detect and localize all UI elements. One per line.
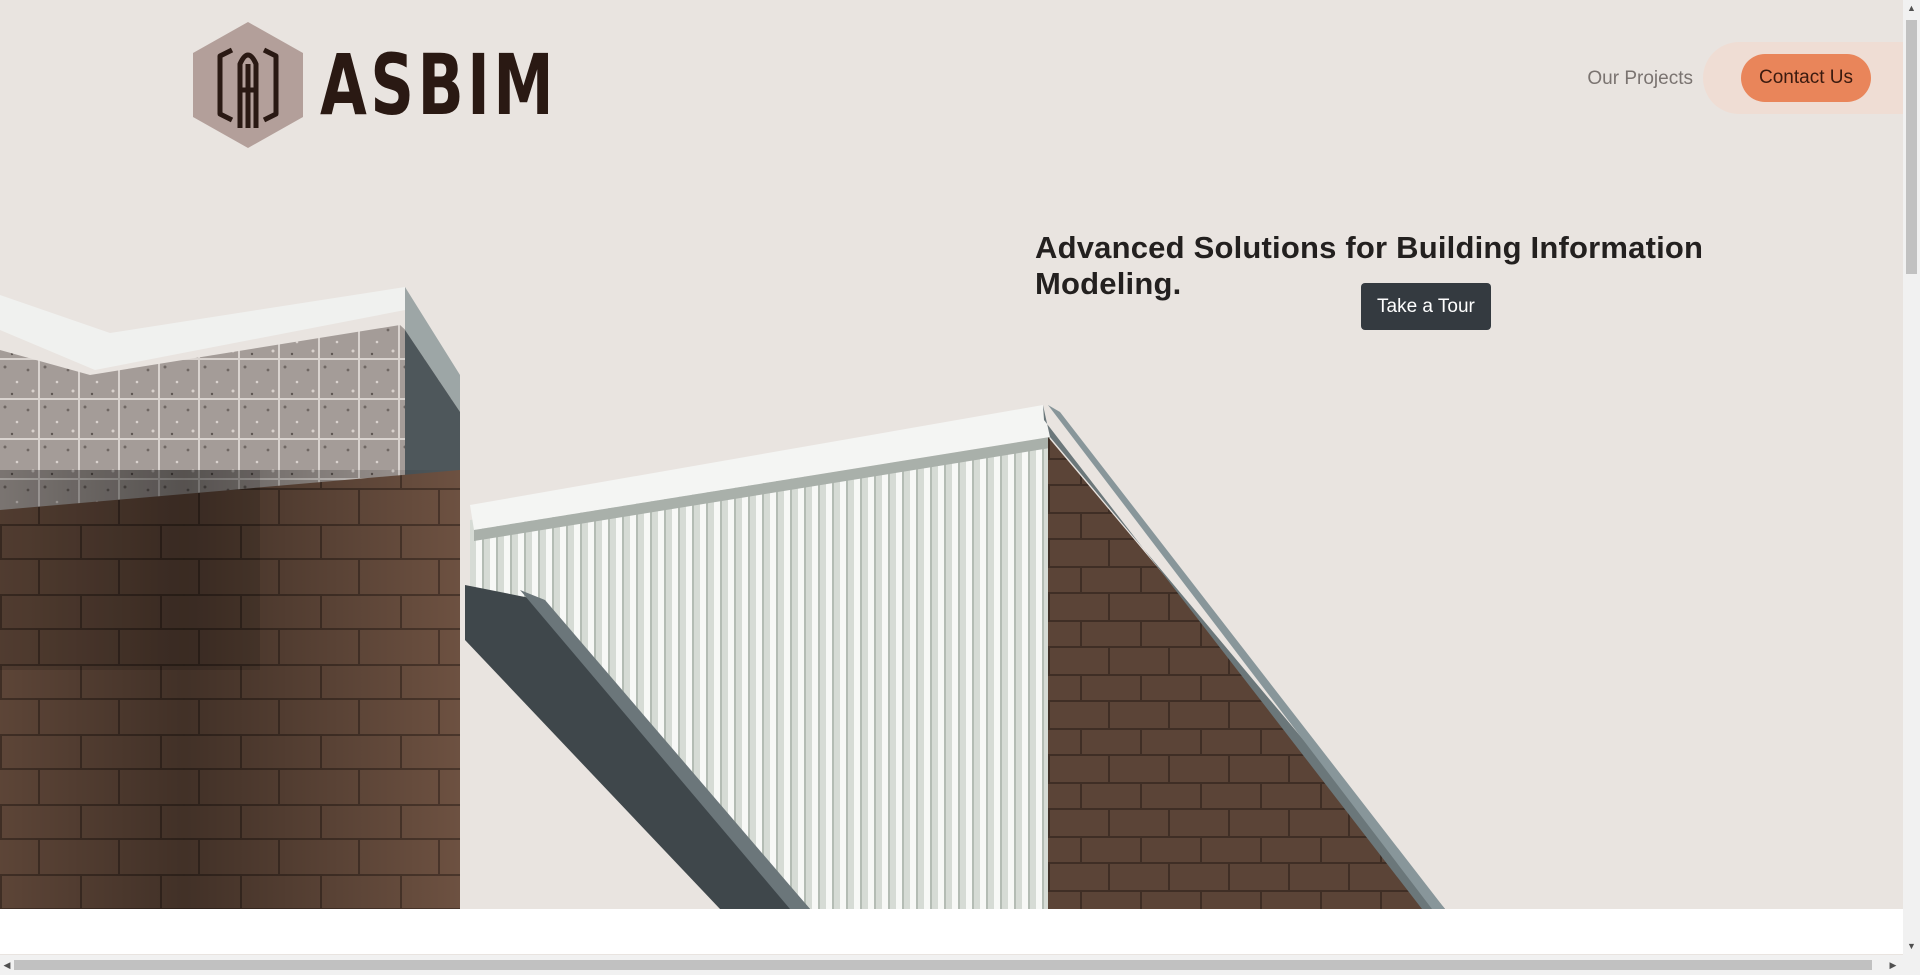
brand-name: ASBIM [320,36,558,134]
scroll-up-arrow-icon[interactable]: ▲ [1903,0,1920,17]
vertical-scroll-thumb[interactable] [1906,20,1917,274]
hexagon-monogram-icon [193,22,303,148]
below-hero-area [0,909,1903,954]
scroll-down-arrow-icon[interactable]: ▼ [1903,938,1920,955]
top-nav: Our Projects Contact Us [1587,42,1903,114]
scroll-left-arrow-icon[interactable]: ◀ [0,955,14,975]
horizontal-scroll-thumb[interactable] [14,960,1872,970]
page: ASBIM Our Projects Contact Us Advanced S… [0,0,1903,975]
nav-our-projects-link[interactable]: Our Projects [1587,69,1693,88]
take-a-tour-button[interactable]: Take a Tour [1361,283,1491,330]
contact-pill: Contact Us [1703,42,1903,114]
vertical-scrollbar[interactable]: ▲ ▼ [1903,0,1920,955]
scroll-right-arrow-icon[interactable]: ▶ [1886,955,1900,975]
horizontal-scrollbar[interactable]: ◀ ▶ [0,955,1920,975]
brand-logo[interactable]: ASBIM [190,20,649,150]
contact-us-button[interactable]: Contact Us [1741,54,1871,102]
